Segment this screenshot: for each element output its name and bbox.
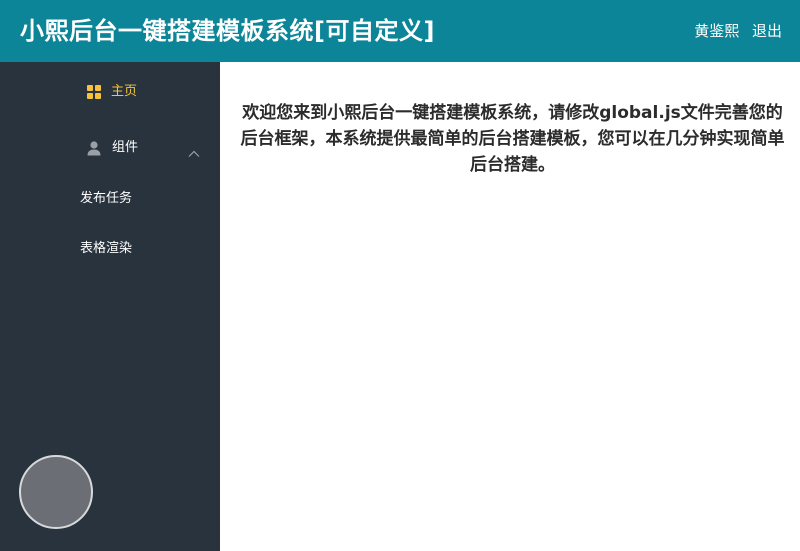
app-title: 小熙后台一键搭建模板系统[可自定义]	[20, 17, 435, 45]
grid-icon	[86, 84, 102, 100]
sidebar-subitem-table-render[interactable]: 表格渲染	[0, 229, 220, 269]
username-link[interactable]: 黄鉴熙	[694, 22, 739, 40]
sidebar: 主页 组件 发布任务 表格渲染	[0, 62, 220, 551]
sidebar-item-components[interactable]: 组件	[0, 128, 220, 168]
sidebar-subitem-publish-task[interactable]: 发布任务	[0, 179, 220, 219]
sidebar-item-label: 主页	[111, 84, 138, 99]
sidebar-item-home[interactable]: 主页	[0, 72, 220, 112]
sidebar-subitem-label: 表格渲染	[80, 241, 133, 256]
sidebar-item-label: 组件	[112, 140, 139, 155]
floating-ball-button[interactable]	[19, 455, 93, 529]
welcome-message: 欢迎您来到小熙后台一键搭建模板系统，请修改global.js文件完善您的后台框架…	[240, 103, 785, 175]
top-header: 小熙后台一键搭建模板系统[可自定义] 黄鉴熙 退出	[0, 0, 800, 62]
sidebar-subitem-label: 发布任务	[80, 191, 133, 206]
header-user-area: 黄鉴熙 退出	[694, 20, 782, 42]
chevron-up-icon[interactable]	[188, 143, 200, 157]
main-content: 欢迎您来到小熙后台一键搭建模板系统，请修改global.js文件完善您的后台框架…	[220, 62, 800, 551]
logout-link[interactable]: 退出	[752, 22, 782, 40]
user-icon	[86, 140, 102, 156]
